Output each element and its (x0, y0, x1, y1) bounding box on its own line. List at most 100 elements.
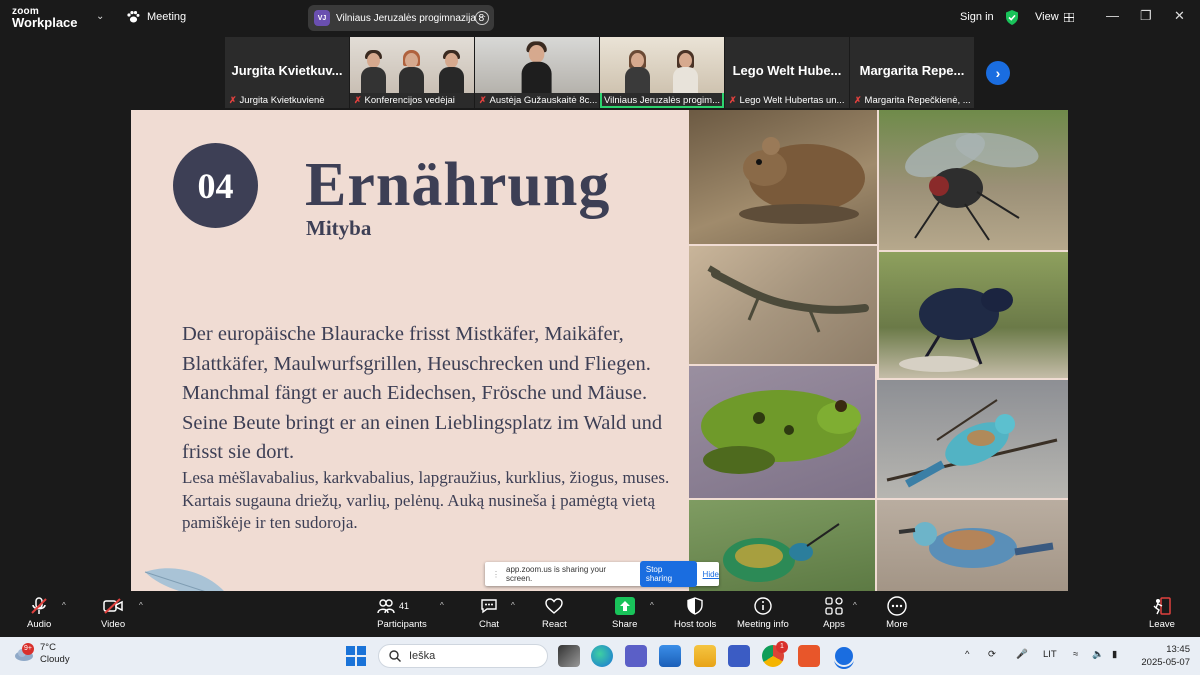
teams-icon[interactable] (625, 645, 647, 667)
participant-name: Konferencijos vedėjai (364, 95, 455, 106)
participant-tile[interactable]: Jurgita Kvietkuv... ✗ Jurgita Kvietkuvien… (225, 37, 349, 108)
sync-icon[interactable]: ⟳ (988, 649, 996, 660)
speaker-muted-icon[interactable]: 🔈 (1092, 649, 1104, 660)
meeting-info-label: Meeting info (737, 619, 789, 630)
weather-widget[interactable]: 9+ 7°C Cloudy (14, 642, 70, 666)
chat-label: Chat (478, 619, 500, 630)
mic-muted-icon: ✗ (479, 95, 487, 105)
sign-in-link[interactable]: Sign in (960, 11, 994, 23)
battery-icon[interactable]: ▮ (1112, 649, 1117, 660)
participant-name: Jurgita Kvietkuvienė (239, 95, 325, 106)
host-tools-button[interactable]: Host tools (674, 597, 716, 630)
participant-tile[interactable]: Lego Welt Hube... ✗ Lego Welt Hubertas un… (725, 37, 849, 108)
video-options-caret-icon[interactable]: ^ (139, 601, 143, 610)
slide-number-badge: 04 (173, 143, 258, 228)
more-button[interactable]: More (886, 596, 908, 630)
windows-start-icon[interactable] (346, 646, 366, 666)
chat-options-caret-icon[interactable]: ^ (511, 601, 515, 610)
app-icon[interactable] (728, 645, 750, 667)
weather-temp: 7°C (40, 642, 56, 653)
participant-tile-active-speaker[interactable]: Vilniaus Jeruzalės progim... (600, 37, 724, 108)
view-button[interactable]: View (1035, 11, 1074, 23)
edge-browser-icon[interactable] (591, 645, 613, 667)
apps-button[interactable]: Apps (823, 597, 845, 630)
meeting-tab[interactable]: Meeting (126, 10, 186, 24)
search-placeholder: Ieška (409, 650, 436, 662)
photo-frog (689, 366, 875, 498)
store-icon[interactable] (659, 645, 681, 667)
participant-name-bar: ✗ Margarita Repečkienė, ... (854, 95, 972, 106)
taskbar-search[interactable]: Ieška (378, 644, 548, 668)
meeting-name: Vilniaus Jeruzalės progimnazija 8 (336, 12, 485, 24)
video-off-icon (102, 597, 124, 615)
zoom-taskbar-icon[interactable] (833, 645, 855, 667)
participant-video (350, 37, 474, 93)
mic-muted-icon: ✗ (229, 95, 237, 105)
mic-off-icon (28, 597, 50, 615)
audio-button[interactable]: Audio (27, 597, 51, 630)
language-indicator[interactable]: LIT (1043, 649, 1057, 660)
photo-fly (879, 110, 1068, 250)
leaf-decoration (144, 568, 224, 591)
heart-icon (543, 597, 565, 615)
participant-name-bar: ✗ Konferencijos vedėjai (354, 95, 472, 106)
view-label: View (1035, 11, 1059, 23)
participant-tile[interactable]: Margarita Repe... ✗ Margarita Repečkienė,… (850, 37, 974, 108)
file-explorer-icon[interactable] (694, 645, 716, 667)
participant-tile[interactable]: ✗ Austėja Gužauskaitė 8c... (475, 37, 599, 108)
close-icon[interactable]: ✕ (1174, 8, 1185, 24)
meeting-info-button[interactable]: Meeting info (737, 597, 789, 630)
chat-button[interactable]: Chat (478, 597, 500, 630)
brave-browser-icon[interactable] (798, 645, 820, 667)
participants-icon: 41 (377, 597, 427, 615)
react-button[interactable]: React (542, 597, 567, 630)
mic-muted-icon: ✗ (729, 95, 737, 105)
task-view-icon[interactable] (558, 645, 580, 667)
participant-name-bar: ✗ Jurgita Kvietkuvienė (229, 95, 347, 106)
system-clock[interactable]: 13:45 2025-05-07 (1136, 643, 1190, 669)
chevron-down-icon[interactable]: ⌄ (96, 11, 104, 22)
participant-name-bar: Vilniaus Jeruzalės progim... (604, 95, 722, 106)
share-screen-icon (614, 597, 636, 615)
video-label: Video (101, 619, 126, 630)
participant-name: Austėja Gužauskaitė 8c... (489, 95, 597, 106)
audio-options-caret-icon[interactable]: ^ (62, 601, 66, 610)
drag-handle-icon[interactable]: ⋮ (492, 570, 500, 579)
clock-date: 2025-05-07 (1141, 657, 1190, 668)
share-button[interactable]: Share (612, 597, 637, 630)
restore-icon[interactable]: ❐ (1140, 8, 1152, 24)
audio-label: Audio (27, 619, 52, 630)
participants-options-caret-icon[interactable]: ^ (440, 601, 444, 610)
stop-sharing-button[interactable]: Stop sharing (639, 561, 697, 587)
meeting-label: Meeting (147, 11, 187, 23)
chat-icon (478, 597, 500, 615)
hide-link[interactable]: Hide (703, 570, 719, 579)
wifi-icon[interactable]: ≈ (1073, 649, 1078, 660)
video-button[interactable]: Video (101, 597, 125, 630)
participant-tile[interactable]: ✗ Konferencijos vedėjai (350, 37, 474, 108)
minimize-icon[interactable]: — (1106, 8, 1119, 23)
chrome-icon[interactable]: 1 (762, 641, 788, 667)
microphone-icon[interactable]: 🎤 (1016, 649, 1028, 660)
leave-button[interactable]: Leave (1149, 597, 1175, 630)
apps-label: Apps (823, 619, 845, 630)
weather-badge: 9+ (22, 643, 34, 655)
apps-options-caret-icon[interactable]: ^ (853, 601, 857, 610)
grid-icon (1063, 12, 1074, 22)
participant-name: Vilniaus Jeruzalės progim... (604, 95, 720, 106)
next-page-arrow-icon[interactable]: › (986, 61, 1010, 85)
photo-mouse (689, 110, 877, 244)
security-shield-icon[interactable] (1005, 10, 1019, 25)
meeting-name-pill[interactable]: VJ Vilniaus Jeruzalės progimnazija 8 ··· (308, 5, 494, 31)
slide-body-german: Der europäische Blauracke frisst Mistkäf… (182, 323, 663, 463)
apps-grid-icon (823, 597, 845, 615)
participants-button[interactable]: 41 Participants (377, 597, 427, 630)
more-label: More (886, 619, 908, 630)
chevron-up-icon[interactable]: ^ (965, 649, 969, 660)
slide-title: Ernährung (305, 151, 611, 219)
participant-display-name: Lego Welt Hube... (732, 63, 842, 78)
zoom-window: zoom Workplace ⌄ Meeting VJ Vilniaus Jer… (0, 0, 1200, 675)
participant-name: Lego Welt Hubertas un... (739, 95, 845, 106)
share-options-caret-icon[interactable]: ^ (650, 601, 654, 610)
more-options-icon[interactable]: ··· (475, 11, 489, 25)
